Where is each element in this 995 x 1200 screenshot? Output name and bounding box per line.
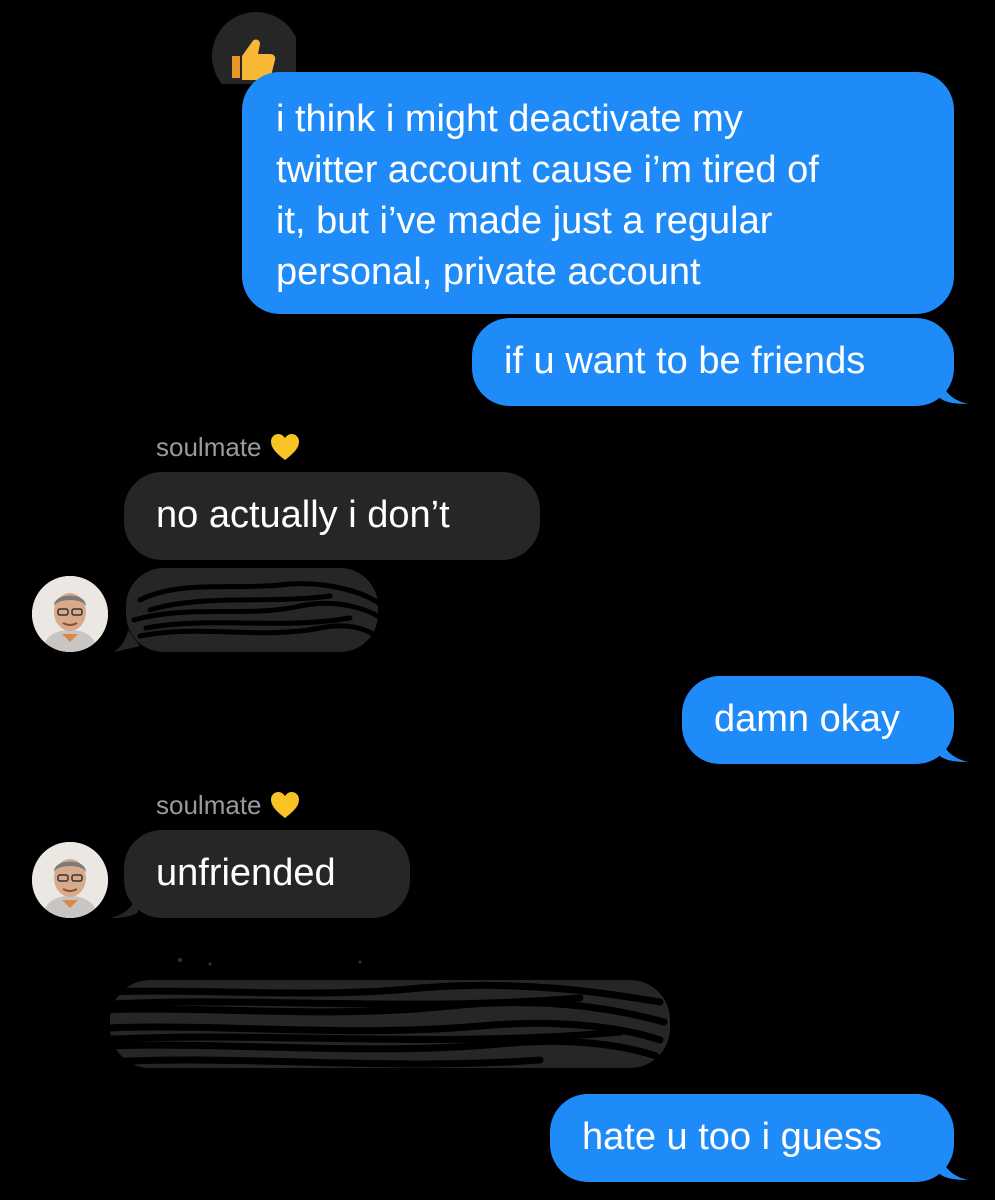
message-line: personal, private account bbox=[276, 251, 701, 293]
message-text: unfriended bbox=[156, 852, 336, 894]
contact-avatar[interactable] bbox=[32, 576, 108, 652]
redacted-message-bubble bbox=[114, 568, 389, 652]
message-line: i think i might deactivate my bbox=[276, 98, 743, 140]
received-message-bubble[interactable]: unfriended bbox=[124, 830, 410, 918]
message-text: damn okay bbox=[714, 698, 900, 740]
message-text: no actually i don’t bbox=[156, 494, 450, 536]
sender-name: soulmate bbox=[156, 790, 262, 820]
message-text: hate u too i guess bbox=[582, 1116, 882, 1158]
message-line: twitter account cause i’m tired of bbox=[276, 149, 819, 191]
contact-photo-icon bbox=[32, 576, 108, 652]
sent-message-bubble[interactable]: i think i might deactivate my twitter ac… bbox=[242, 72, 954, 314]
message-line: it, but i’ve made just a regular bbox=[276, 200, 773, 242]
bubble-tail bbox=[940, 1154, 968, 1180]
redacted-message-bubble bbox=[26, 958, 670, 1068]
bubble-tail bbox=[940, 736, 968, 762]
yellow-heart-icon bbox=[270, 434, 299, 460]
sender-label: soulmate bbox=[156, 790, 300, 820]
sent-message-bubble[interactable]: damn okay bbox=[682, 676, 954, 764]
received-message-bubble[interactable]: no actually i don’t bbox=[124, 472, 540, 560]
sender-name: soulmate bbox=[156, 432, 262, 462]
contact-photo-icon bbox=[32, 842, 108, 918]
contact-avatar[interactable] bbox=[32, 842, 108, 918]
sent-message-bubble[interactable]: if u want to be friends bbox=[472, 318, 954, 406]
bubble-tail bbox=[110, 892, 138, 918]
message-thread: i think i might deactivate my twitter ac… bbox=[0, 0, 995, 1200]
bubble-tail bbox=[940, 378, 968, 404]
sender-label: soulmate bbox=[156, 432, 300, 462]
message-text: if u want to be friends bbox=[504, 340, 866, 382]
yellow-heart-icon bbox=[270, 792, 299, 818]
sent-message-bubble[interactable]: hate u too i guess bbox=[550, 1094, 954, 1182]
